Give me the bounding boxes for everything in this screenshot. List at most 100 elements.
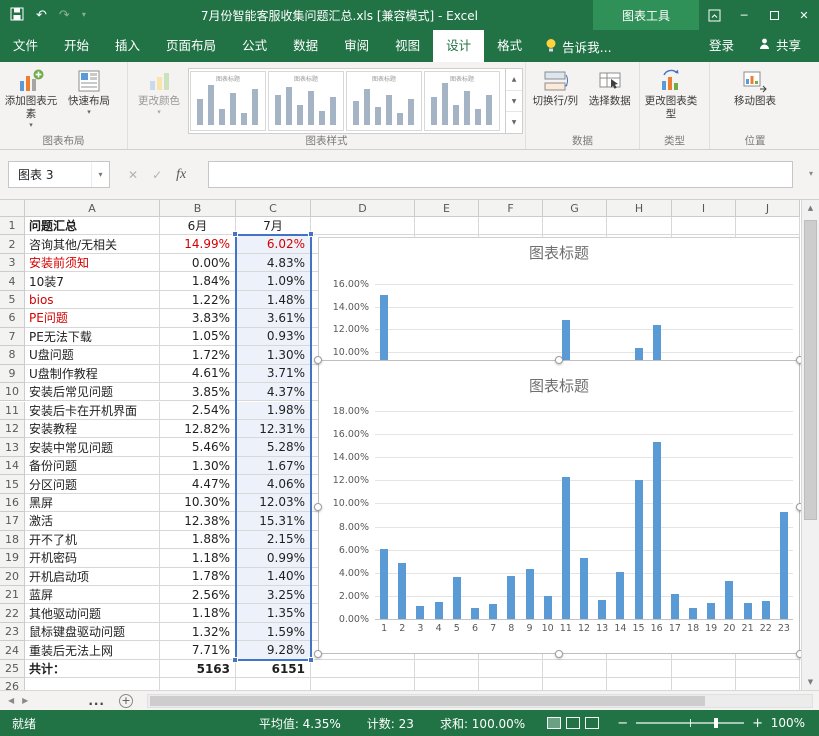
row-header-15[interactable]: 15 [0, 475, 25, 493]
bar-22[interactable] [762, 601, 770, 619]
bar-9[interactable] [526, 569, 534, 620]
cell-F1[interactable] [479, 217, 543, 235]
cell-E1[interactable] [415, 217, 479, 235]
cell-A15[interactable]: 分区问题 [25, 475, 160, 493]
column-header-J[interactable]: J [736, 200, 800, 217]
cell-A5[interactable]: bios [25, 291, 160, 309]
cell-A25[interactable]: 共计： [25, 660, 160, 678]
sheet-tab-overflow[interactable]: ... [88, 694, 105, 708]
row-header-2[interactable]: 2 [0, 235, 25, 253]
cell-C25[interactable]: 6151 [236, 660, 311, 678]
cell-C1[interactable]: 7月 [236, 217, 311, 235]
column-header-B[interactable]: B [160, 200, 236, 217]
page-break-preview-icon[interactable] [585, 717, 599, 729]
column-header-C[interactable]: C [236, 200, 311, 217]
cell-G26[interactable] [543, 678, 607, 690]
tab-format[interactable]: 格式 [484, 30, 535, 62]
formula-bar-expand-icon[interactable]: ▾ [809, 169, 813, 178]
sheet-nav-right-icon[interactable]: ▶ [22, 696, 28, 705]
cell-B10[interactable]: 3.85% [160, 383, 236, 401]
cell-B11[interactable]: 2.54% [160, 402, 236, 420]
chart-style-thumbnail-3[interactable]: 图表标题 [346, 71, 422, 131]
cell-E26[interactable] [415, 678, 479, 690]
cell-H26[interactable] [607, 678, 672, 690]
row-header-16[interactable]: 16 [0, 494, 25, 512]
cell-F25[interactable] [479, 660, 543, 678]
chart-title[interactable]: 图表标题 [319, 375, 799, 396]
cell-J25[interactable] [736, 660, 800, 678]
chart-selection-handle[interactable] [314, 650, 322, 658]
range-handle[interactable] [308, 657, 314, 663]
cell-A24[interactable]: 重装后无法上网 [25, 641, 160, 659]
column-header-D[interactable]: D [311, 200, 415, 217]
row-header-20[interactable]: 20 [0, 568, 25, 586]
cell-B8[interactable]: 1.72% [160, 346, 236, 364]
cell-C5[interactable]: 1.48% [236, 291, 311, 309]
cell-B12[interactable]: 12.82% [160, 420, 236, 438]
cell-B6[interactable]: 3.83% [160, 309, 236, 327]
cancel-icon[interactable]: ✕ [128, 168, 138, 182]
quick-layout-button[interactable]: 快速布局 ▾ [60, 65, 118, 118]
row-header-24[interactable]: 24 [0, 641, 25, 659]
cell-A23[interactable]: 鼠标键盘驱动问题 [25, 623, 160, 641]
qat-customize-icon[interactable]: ▾ [82, 11, 86, 19]
chart-july-selected[interactable]: 图表标题18.00%16.00%14.00%12.00%10.00%8.00%6… [318, 360, 800, 654]
cell-A7[interactable]: PE无法下载 [25, 328, 160, 346]
tab-formulas[interactable]: 公式 [229, 30, 280, 62]
cell-B5[interactable]: 1.22% [160, 291, 236, 309]
move-chart-button[interactable]: 移动图表 [726, 65, 784, 108]
cell-C21[interactable]: 3.25% [236, 586, 311, 604]
chart-selection-handle[interactable] [555, 356, 563, 364]
gallery-more-icon[interactable]: ▼ [506, 112, 522, 133]
cell-D26[interactable] [311, 678, 415, 690]
cell-C4[interactable]: 1.09% [236, 272, 311, 290]
switch-row-column-button[interactable]: 切换行/列 [528, 65, 583, 108]
cell-C20[interactable]: 1.40% [236, 568, 311, 586]
bar-11[interactable] [562, 477, 570, 619]
row-header-21[interactable]: 21 [0, 586, 25, 604]
cell-A16[interactable]: 黑屏 [25, 494, 160, 512]
cell-B21[interactable]: 2.56% [160, 586, 236, 604]
column-header-I[interactable]: I [672, 200, 736, 217]
cell-C18[interactable]: 2.15% [236, 531, 311, 549]
bar-21[interactable] [744, 603, 752, 619]
share-button[interactable]: 共享 [748, 30, 811, 62]
row-header-1[interactable]: 1 [0, 217, 25, 235]
tab-file[interactable]: 文件 [0, 30, 51, 62]
chart-style-thumbnail-1[interactable]: 图表标题 [190, 71, 266, 131]
cell-H1[interactable] [607, 217, 672, 235]
cell-I25[interactable] [672, 660, 736, 678]
chart-style-thumbnail-4[interactable]: 图表标题 [424, 71, 500, 131]
cell-A13[interactable]: 安装中常见问题 [25, 438, 160, 456]
cell-D1[interactable] [311, 217, 415, 235]
cell-A14[interactable]: 备份问题 [25, 457, 160, 475]
cell-H25[interactable] [607, 660, 672, 678]
cell-G25[interactable] [543, 660, 607, 678]
tab-review[interactable]: 审阅 [331, 30, 382, 62]
bar-5[interactable] [453, 577, 461, 619]
bar-10[interactable] [544, 596, 552, 619]
row-header-6[interactable]: 6 [0, 309, 25, 327]
column-header-A[interactable]: A [25, 200, 160, 217]
tab-view[interactable]: 视图 [382, 30, 433, 62]
cell-C6[interactable]: 3.61% [236, 309, 311, 327]
bar-12[interactable] [580, 558, 588, 619]
vertical-scroll-thumb[interactable] [804, 220, 817, 520]
row-header-12[interactable]: 12 [0, 420, 25, 438]
cell-D25[interactable] [311, 660, 415, 678]
tab-design[interactable]: 设计 [433, 30, 484, 62]
bar-19[interactable] [707, 603, 715, 619]
row-header-3[interactable]: 3 [0, 254, 25, 272]
cell-A17[interactable]: 激活 [25, 512, 160, 530]
cell-A19[interactable]: 开机密码 [25, 549, 160, 567]
cell-B23[interactable]: 1.32% [160, 623, 236, 641]
tab-page-layout[interactable]: 页面布局 [153, 30, 229, 62]
bar-18[interactable] [689, 608, 697, 619]
cell-A2[interactable]: 咨询其他/无相关 [25, 235, 160, 253]
bar-3[interactable] [416, 606, 424, 619]
cell-A6[interactable]: PE问题 [25, 309, 160, 327]
zoom-slider-thumb[interactable] [714, 718, 718, 728]
scroll-down-icon[interactable]: ▼ [802, 674, 819, 690]
bar-23[interactable] [780, 512, 788, 619]
enter-icon[interactable]: ✓ [152, 168, 162, 182]
